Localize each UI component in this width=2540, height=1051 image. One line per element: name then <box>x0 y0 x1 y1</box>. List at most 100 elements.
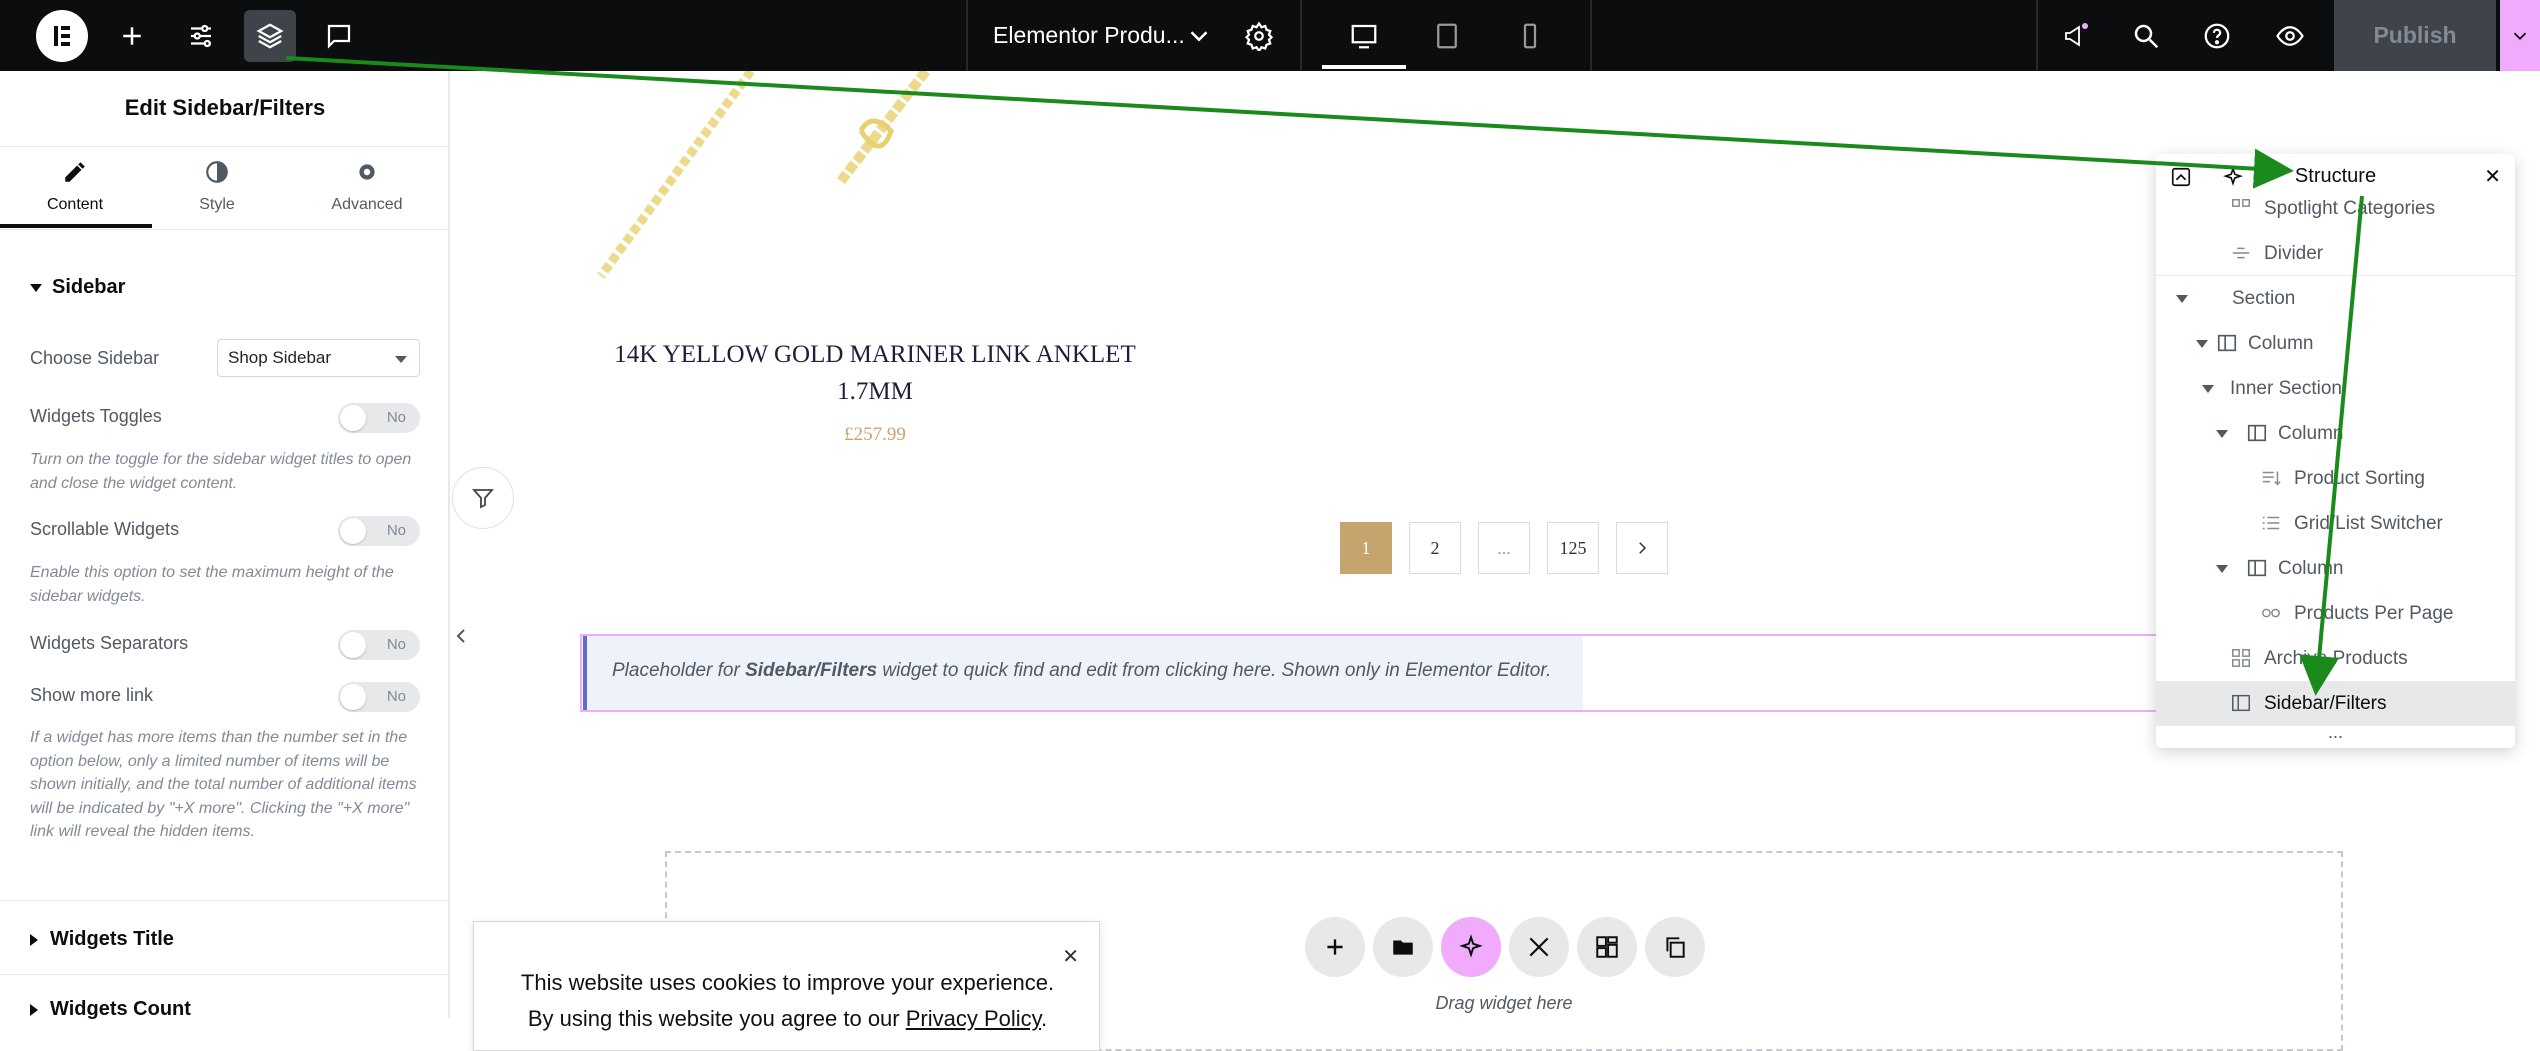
mobile-icon[interactable] <box>1504 10 1556 62</box>
cookie-notice: ✕ This website uses cookies to improve y… <box>473 921 1100 1051</box>
plus-icon <box>1327 939 1343 955</box>
column-icon <box>2247 424 2267 442</box>
navigator-item[interactable]: Product Sorting <box>2156 456 2515 501</box>
navigator-item[interactable]: Spotlight Categories <box>2156 186 2515 231</box>
divider-icon <box>2232 247 2250 259</box>
tablet-icon[interactable] <box>1421 10 1473 62</box>
navigator-item[interactable]: Grid/List Switcher <box>2156 501 2515 546</box>
sorting-icon <box>2262 471 2281 486</box>
layers-icon[interactable] <box>244 10 296 62</box>
triangle-down-icon <box>2176 295 2188 303</box>
widgets-separators-label: Widgets Separators <box>30 633 189 653</box>
pencil-icon <box>0 159 150 185</box>
sidebar-filters-placeholder[interactable]: Placeholder for Sidebar/Filters widget t… <box>583 636 1583 710</box>
x-kit-button[interactable] <box>1509 917 1569 977</box>
active-device-indicator <box>1322 65 1406 69</box>
tab-style[interactable]: Style <box>142 196 292 214</box>
list-icon <box>2262 516 2280 530</box>
megaphone-icon[interactable] <box>2050 10 2102 62</box>
column-icon <box>2247 559 2267 577</box>
close-icon[interactable]: ✕ <box>1062 944 1079 969</box>
triangle-down-icon <box>2202 385 2214 393</box>
x-logo-icon <box>1529 937 1549 957</box>
product-title[interactable]: 14K YELLOW GOLD MARINER LINK ANKLET 1.7M… <box>590 336 1160 410</box>
eye-icon[interactable] <box>2264 10 2316 62</box>
navigator-item[interactable]: Section <box>2156 276 2515 321</box>
search-icon[interactable] <box>2120 10 2172 62</box>
document-title[interactable]: Elementor Produ... <box>993 22 1185 49</box>
panel-title: Edit Sidebar/Filters <box>124 95 326 120</box>
paste-button[interactable] <box>1645 917 1705 977</box>
caret-down-icon <box>395 356 407 363</box>
privacy-policy-link[interactable]: Privacy Policy <box>906 1006 1041 1031</box>
page-ellipsis: ... <box>1478 522 1530 574</box>
more-indicator: ... <box>2327 722 2343 742</box>
scrollable-widgets-help: Enable this option to set the maximum he… <box>30 564 394 605</box>
section-widgets-title-header[interactable]: Widgets Title <box>30 928 174 951</box>
tab-advanced[interactable]: Advanced <box>292 196 442 214</box>
tab-content[interactable]: Content <box>0 196 150 214</box>
navigator-item[interactable]: Archive Products <box>2156 636 2515 681</box>
navigator-item[interactable]: Column <box>2156 411 2515 456</box>
sliders-icon[interactable] <box>175 10 227 62</box>
chevron-left-icon <box>456 629 465 643</box>
page-button-125[interactable]: 125 <box>1547 522 1599 574</box>
categories-icon <box>2232 199 2250 207</box>
show-more-link-label: Show more link <box>30 685 154 705</box>
cookie-text: This website uses cookies to improve you… <box>520 970 1055 995</box>
publish-options-button[interactable] <box>2500 0 2540 71</box>
section-sidebar-header[interactable]: Sidebar <box>30 276 125 299</box>
publish-button[interactable]: Publish <box>2334 0 2496 71</box>
widgets-toggles-help: Turn on the toggle for the sidebar widge… <box>30 451 412 492</box>
structure-panel: Structure ✕ Spotlight Categories Divider… <box>2156 154 2515 748</box>
desktop-icon[interactable] <box>1338 10 1390 62</box>
navigator-item[interactable]: Divider <box>2156 231 2515 276</box>
elementor-logo-icon[interactable] <box>36 10 88 62</box>
structure-title: Structure <box>2294 165 2377 187</box>
add-section-button[interactable] <box>1305 917 1365 977</box>
column-icon <box>2217 334 2237 352</box>
plus-icon[interactable] <box>106 10 158 62</box>
ai-button[interactable] <box>1441 917 1501 977</box>
archive-icon <box>2232 649 2250 667</box>
triangle-right-icon <box>30 1003 38 1016</box>
cookie-text-2: By using this website you agree to our P… <box>527 1006 1048 1031</box>
next-page-button[interactable] <box>1616 522 1668 574</box>
folder-icon <box>1393 940 1413 955</box>
sparkle-icon <box>1459 934 1483 958</box>
navigator-item[interactable]: Inner Section <box>2156 366 2515 411</box>
copy-icon <box>1666 937 1685 958</box>
filter-icon <box>472 489 494 509</box>
panel-collapse-handle[interactable] <box>451 600 471 672</box>
active-tab-indicator <box>0 224 152 228</box>
help-icon[interactable] <box>2191 10 2243 62</box>
navigator-item-selected[interactable]: Sidebar/Filters <box>2156 681 2515 726</box>
widgets-toggles-label: Widgets Toggles <box>30 406 162 426</box>
triangle-down-icon <box>2216 430 2228 438</box>
blocks-icon <box>1596 936 1618 958</box>
show-more-link-switch[interactable]: No <box>338 682 420 712</box>
page-button-2[interactable]: 2 <box>1409 522 1461 574</box>
filter-button[interactable] <box>452 467 514 529</box>
scrollable-widgets-label: Scrollable Widgets <box>30 519 180 539</box>
chevron-right-icon <box>1639 542 1647 554</box>
widgets-toggles-switch[interactable]: No <box>338 403 420 433</box>
scrollable-widgets-switch[interactable]: No <box>338 516 420 546</box>
page-button-1[interactable]: 1 <box>1340 522 1392 574</box>
gear-icon[interactable] <box>1233 10 1285 62</box>
triangle-down-icon <box>2196 340 2208 348</box>
navigator-item[interactable]: Column <box>2156 546 2515 591</box>
comment-icon[interactable] <box>313 10 365 62</box>
choose-sidebar-select[interactable]: Shop Sidebar <box>217 339 420 377</box>
product-price: £257.99 <box>844 424 906 445</box>
show-more-link-help: If a widget has more items than the numb… <box>30 729 417 840</box>
navigator-item[interactable]: Column <box>2156 321 2515 366</box>
blocks-button[interactable] <box>1577 917 1637 977</box>
navigator-item[interactable]: Products Per Page <box>2156 591 2515 636</box>
sidebar-icon <box>2232 694 2250 712</box>
product-image[interactable] <box>591 71 991 291</box>
widgets-separators-switch[interactable]: No <box>338 630 420 660</box>
chevron-down-icon <box>2513 32 2527 40</box>
chevron-down-icon[interactable] <box>1173 10 1225 62</box>
add-template-button[interactable] <box>1373 917 1433 977</box>
